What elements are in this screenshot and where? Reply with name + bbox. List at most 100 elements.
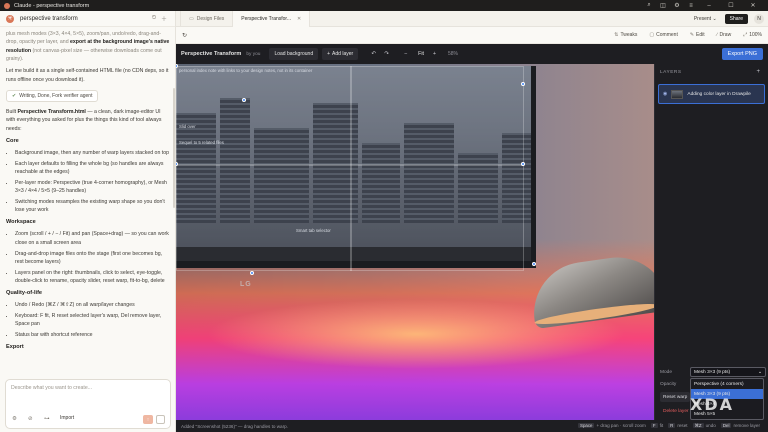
warp-handle[interactable] (242, 98, 246, 102)
chat-composer[interactable]: Describe what you want to create... ⚙ ⊘ … (5, 379, 171, 429)
agent-status-chip[interactable]: ✔ Writing, Done, Fork verifier agent (6, 89, 99, 102)
tab-design-files[interactable]: ▭ Design Files (180, 10, 234, 27)
add-layer-button[interactable]: + Add layer (322, 48, 359, 60)
warp-handle[interactable] (521, 82, 525, 86)
section-heading: Core (6, 137, 19, 144)
list-item: Drag-and-drop image files onto the stage… (15, 250, 170, 267)
composer-placeholder[interactable]: Describe what you want to create... (11, 385, 92, 391)
window-titlebar: Claude - perspective transform ⌕ ◫ ⚙ ≡ –… (0, 0, 768, 11)
mode-select[interactable]: Mesh 3×3 (9 pts) ⌄ (690, 367, 766, 377)
delete-layer-button[interactable]: Delete layer (660, 406, 692, 416)
mode-row: Mode Mesh 3×3 (9 pts) ⌄ (660, 367, 766, 377)
layer-item[interactable]: ◉ Adding color layer in Drawpile (658, 84, 765, 104)
tab-perspective-transform[interactable]: Perspective Transfor... ✕ (233, 10, 311, 27)
shortcut-key: ⌘Z (692, 423, 704, 428)
reset-warp-button[interactable]: Reset warp (660, 392, 691, 402)
maximize-button[interactable]: ☐ (720, 2, 742, 9)
shortcut-desc: reset (677, 423, 688, 428)
mode-label: Mode (660, 369, 672, 375)
list-item: Background image, then any number of war… (15, 149, 170, 157)
shortcut-key: R (668, 423, 676, 428)
list-item: Undo / Redo (⌘Z / ⌘⇧Z) on all warp/layer… (15, 301, 170, 309)
minimize-button[interactable]: – (698, 3, 720, 9)
layers-header: LAYERS + (655, 64, 768, 80)
shortcut-key: Space (578, 423, 595, 428)
add-layer-icon[interactable]: + (754, 68, 763, 77)
comment-icon: ▢ (649, 32, 655, 38)
list-item: Per-layer mode: Perspective (true 4-corn… (15, 179, 170, 196)
search-icon[interactable]: ⌕ (642, 2, 656, 9)
warp-handle[interactable] (250, 271, 254, 275)
section-heading: Quality-of-life (6, 290, 43, 297)
attach-icon[interactable]: ⊘ (28, 416, 33, 422)
watermark-logo: XDA (690, 395, 734, 414)
list-item: Zoom (scroll / + / − / Fit) and pan (Spa… (15, 230, 170, 247)
feature-list: Zoom (scroll / + / − / Fit) and pan (Spa… (6, 230, 170, 285)
send-button[interactable]: ↑ (143, 415, 153, 424)
close-window-button[interactable]: ✕ (742, 2, 764, 9)
tools-icon[interactable]: ⚙ (12, 416, 17, 422)
avatar[interactable]: N (754, 13, 764, 24)
status-message: Added "Screenshot (5236)" — drag handles… (181, 423, 288, 429)
status-bar: Added "Screenshot (5236)" — drag handles… (176, 420, 768, 432)
chat-transcript: plus mesh modes (3×3, 4×4, 5×5), zoom/pa… (0, 28, 176, 379)
app-title: Perspective Transform (181, 51, 242, 57)
feature-sections: Core Background image, then any number of… (6, 137, 170, 353)
warp-grid (350, 66, 352, 271)
layer-name[interactable]: Adding color layer in Drawpile (687, 92, 750, 97)
draw-button[interactable]: ∕ Draw (717, 32, 732, 38)
layer-thumbnail (671, 89, 684, 99)
tweaks-button[interactable]: ⇅ Tweaks (614, 32, 637, 38)
zoom-control[interactable]: ⤢ 100% (743, 32, 762, 38)
list-item: Each layer defaults to filling the whole… (15, 160, 170, 177)
message-paragraph: Let me build it as a single self-contain… (6, 68, 169, 83)
folder-icon: ▭ (189, 15, 194, 22)
fit-button[interactable]: Fit (413, 51, 429, 57)
share-button[interactable]: Share (724, 13, 748, 24)
check-icon: ✔ (12, 92, 17, 99)
draw-icon: ∕ (716, 32, 718, 38)
edit-button[interactable]: ✎ Edit (690, 32, 705, 38)
eye-icon[interactable]: ◉ (663, 91, 667, 97)
claude-avatar-icon: ✳ (6, 14, 14, 23)
list-item: Keyboard: F fit, R reset selected layer'… (15, 312, 170, 329)
plus-icon: + (327, 51, 331, 57)
canvas-stage[interactable]: personal index note with links to your d… (176, 64, 654, 420)
import-button[interactable]: Import (60, 415, 74, 421)
claude-logo-icon (4, 2, 10, 9)
reload-icon[interactable]: ↻ (182, 32, 187, 39)
warp-handle[interactable] (532, 262, 536, 266)
link-icon[interactable]: ⊶ (44, 416, 50, 422)
settings-icon[interactable]: ⚙ (670, 2, 684, 9)
close-tab-icon[interactable]: ✕ (297, 16, 301, 22)
load-background-button[interactable]: Load background (269, 48, 319, 60)
zoom-in-icon[interactable]: + (429, 48, 440, 60)
present-button[interactable]: Present ⌄ (694, 16, 717, 22)
menu-icon[interactable]: ≡ (684, 3, 698, 9)
mode-option-perspective[interactable]: Perspective (4 corners) (691, 379, 763, 389)
extensions-icon[interactable]: ◫ (656, 2, 670, 9)
chat-title[interactable]: perspective transform (20, 16, 149, 22)
chat-panel: ✳ perspective transform ⏲ ＋ plus mesh mo… (0, 11, 176, 432)
chat-header: ✳ perspective transform ⏲ ＋ (0, 11, 175, 27)
new-chat-icon[interactable]: ＋ (159, 14, 169, 23)
undo-icon[interactable]: ↶ (368, 48, 379, 60)
history-icon[interactable]: ⏲ (149, 15, 159, 22)
list-item: Layers panel on the right: thumbnails, c… (15, 269, 170, 286)
message-paragraph: Built Perspective Transform.html — a cle… (6, 108, 162, 132)
zoom-out-icon[interactable]: − (400, 48, 411, 60)
export-png-button[interactable]: Export PNG (721, 48, 763, 60)
layers-panel: LAYERS + ◉ Adding color layer in Drawpil… (654, 64, 768, 420)
artifact-toolbar: ↻ ⇅ Tweaks ▢ Comment ✎ Edit ∕ Draw ⤢ 100% (176, 27, 768, 44)
warp-handle[interactable] (521, 162, 525, 166)
shortcut-desc: fit (659, 423, 664, 428)
chat-scrollbar[interactable] (173, 88, 175, 208)
chevron-down-icon: ⌄ (757, 369, 762, 375)
shortcut-desc: + drag pan · scroll zoom (596, 423, 646, 428)
shortcut-key: F (650, 423, 658, 428)
comment-button[interactable]: ▢ Comment (649, 32, 677, 38)
chevron-down-icon: ⌄ (712, 15, 717, 22)
redo-icon[interactable]: ↷ (381, 48, 392, 60)
stop-button[interactable] (156, 415, 165, 424)
section-heading: Workspace (6, 219, 36, 226)
